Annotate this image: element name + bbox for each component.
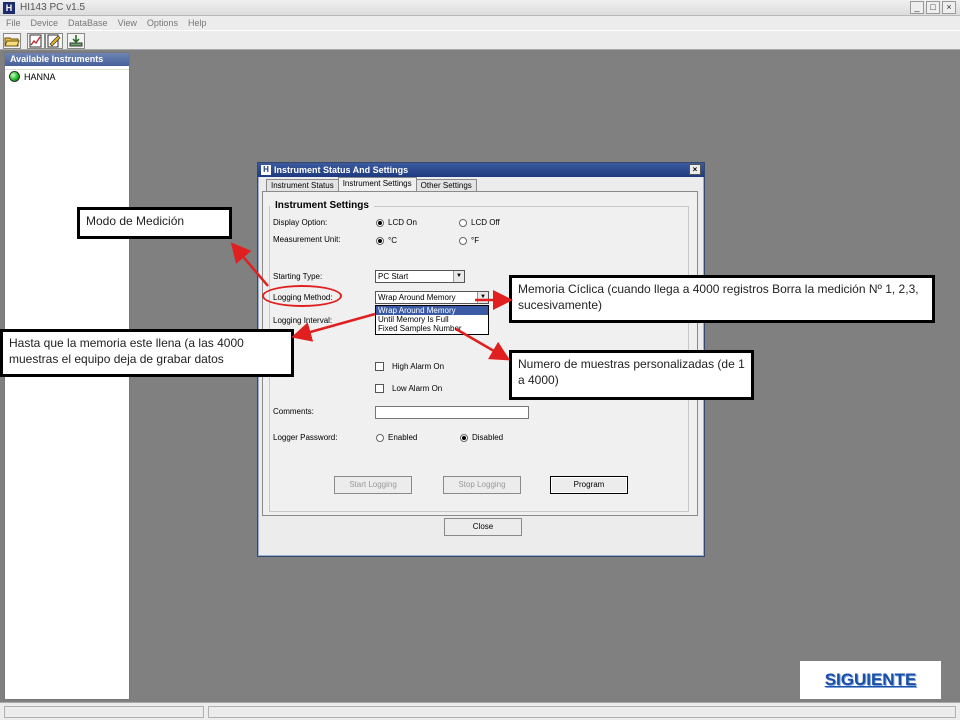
high-alarm-checkbox[interactable]: High Alarm On: [375, 362, 444, 371]
dialog-title: Instrument Status And Settings: [274, 165, 409, 175]
menu-bar: File Device DataBase View Options Help: [0, 16, 960, 30]
instrument-name: HANNA: [24, 71, 56, 82]
close-button[interactable]: Close: [444, 518, 522, 536]
highlight-logging-method: [262, 285, 342, 307]
password-enabled-radio[interactable]: Enabled: [376, 433, 417, 442]
option-wrap-around[interactable]: Wrap Around Memory: [376, 306, 488, 315]
tab-instrument-status[interactable]: Instrument Status: [266, 179, 339, 191]
radio-dot: [376, 433, 384, 442]
dialog-tabs: Instrument Status Instrument Settings Ot…: [266, 177, 477, 191]
open-folder-icon[interactable]: [3, 33, 21, 49]
dialog-close-icon[interactable]: ×: [689, 164, 701, 175]
maximize-icon[interactable]: □: [926, 1, 940, 14]
app-icon: H: [3, 2, 15, 14]
status-led-icon: [9, 71, 20, 82]
window-title: HI143 PC v1.5: [20, 2, 86, 13]
low-alarm-checkbox[interactable]: Low Alarm On: [375, 384, 442, 393]
comments-input[interactable]: [375, 406, 529, 419]
title-bar: H HI143 PC v1.5 _ □ ×: [0, 0, 960, 16]
minimize-icon[interactable]: _: [910, 1, 924, 14]
password-disabled-label: Disabled: [472, 433, 504, 442]
option-fixed-samples[interactable]: Fixed Samples Number: [376, 324, 488, 333]
fahrenheit-radio[interactable]: °F: [459, 236, 479, 245]
celsius-radio[interactable]: °C: [376, 236, 397, 245]
option-until-full[interactable]: Until Memory Is Full: [376, 315, 488, 324]
radio-dot: [376, 236, 384, 245]
toolbar: [0, 30, 960, 50]
chevron-down-icon: ▼: [477, 292, 488, 303]
annotation-fixed-samples: Numero de muestras personalizadas (de 1 …: [509, 350, 754, 400]
checkbox-box: [375, 384, 384, 393]
edit-icon[interactable]: [45, 33, 63, 49]
menu-device[interactable]: Device: [31, 16, 59, 30]
lcd-off-label: LCD Off: [471, 218, 500, 227]
password-enabled-label: Enabled: [388, 433, 418, 442]
radio-dot: [459, 218, 467, 227]
panel-title: Available Instruments: [5, 53, 129, 66]
start-logging-button[interactable]: Start Logging: [334, 476, 412, 494]
starting-type-value: PC Start: [378, 272, 409, 281]
comments-label: Comments:: [273, 407, 314, 416]
instrument-item[interactable]: HANNA: [5, 70, 129, 83]
logging-method-value: Wrap Around Memory: [378, 293, 456, 302]
celsius-label: °C: [388, 236, 397, 245]
menu-file[interactable]: File: [6, 16, 21, 30]
measurement-unit-label: Measurement Unit:: [273, 235, 341, 244]
download-icon[interactable]: [67, 33, 85, 49]
status-pane: [208, 706, 956, 718]
starting-type-select[interactable]: PC Start ▼: [375, 270, 465, 283]
password-disabled-radio[interactable]: Disabled: [460, 433, 503, 442]
menu-help[interactable]: Help: [188, 16, 207, 30]
status-bar: [0, 702, 960, 720]
lcd-off-radio[interactable]: LCD Off: [459, 218, 500, 227]
logger-password-label: Logger Password:: [273, 433, 338, 442]
annotation-until-full: Hasta que la memoria este llena (a las 4…: [0, 329, 294, 377]
low-alarm-label: Low Alarm On: [392, 384, 443, 393]
radio-dot: [459, 236, 467, 245]
window-controls: _ □ ×: [910, 1, 956, 14]
menu-options[interactable]: Options: [147, 16, 178, 30]
logging-method-select[interactable]: Wrap Around Memory ▼: [375, 291, 489, 304]
group-title: Instrument Settings: [275, 200, 369, 211]
chevron-down-icon: ▼: [453, 271, 464, 282]
annotation-mode: Modo de Medición: [77, 207, 232, 239]
tab-instrument-settings[interactable]: Instrument Settings: [337, 177, 417, 191]
display-option-label: Display Option:: [273, 218, 328, 227]
dialog-title-bar: H Instrument Status And Settings ×: [258, 163, 704, 177]
menu-view[interactable]: View: [118, 16, 137, 30]
annotation-wrap-around: Memoria Cíclica (cuando llega a 4000 reg…: [509, 275, 935, 323]
menu-database[interactable]: DataBase: [68, 16, 108, 30]
starting-type-label: Starting Type:: [273, 272, 323, 281]
stop-logging-button[interactable]: Stop Logging: [443, 476, 521, 494]
logging-interval-label: Logging Interval:: [273, 316, 333, 325]
tab-other-settings[interactable]: Other Settings: [415, 179, 477, 191]
close-icon[interactable]: ×: [942, 1, 956, 14]
fahrenheit-label: °F: [471, 236, 480, 245]
checkbox-box: [375, 362, 384, 371]
chart-icon[interactable]: [27, 33, 45, 49]
radio-dot: [460, 433, 468, 442]
high-alarm-label: High Alarm On: [392, 362, 445, 371]
logging-method-dropdown: Wrap Around Memory Until Memory Is Full …: [375, 305, 489, 335]
next-link[interactable]: SIGUIENTE: [800, 661, 941, 699]
program-button[interactable]: Program: [550, 476, 628, 494]
dialog-app-icon: H: [261, 165, 271, 175]
lcd-on-radio[interactable]: LCD On: [376, 218, 417, 227]
lcd-on-label: LCD On: [388, 218, 417, 227]
radio-dot: [376, 218, 384, 227]
status-pane: [4, 706, 204, 718]
